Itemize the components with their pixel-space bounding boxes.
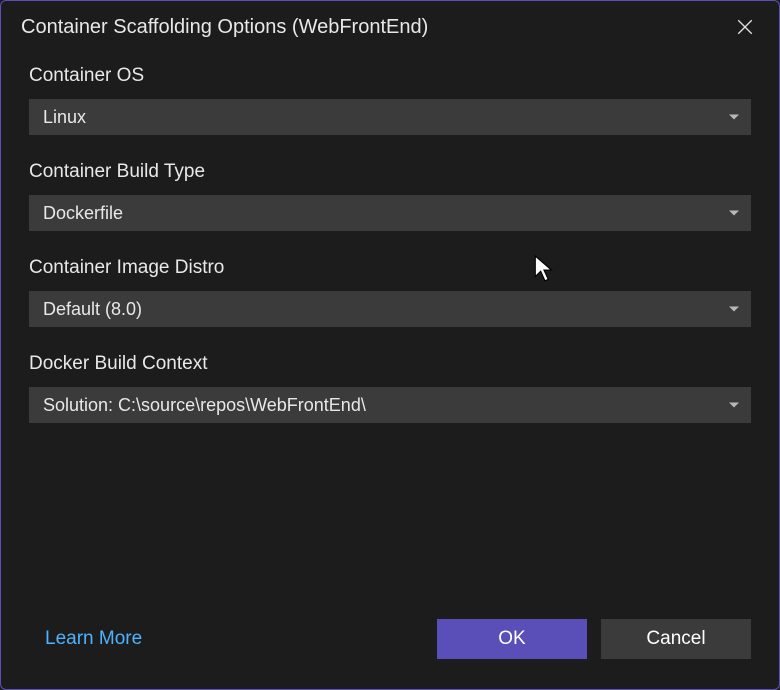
close-icon <box>736 18 754 36</box>
dialog-footer: Learn More OK Cancel <box>1 619 779 689</box>
dialog-title: Container Scaffolding Options (WebFrontE… <box>21 16 428 39</box>
dialog-content: Container OS Linux Container Build Type … <box>1 49 779 423</box>
button-group: OK Cancel <box>437 619 751 659</box>
chevron-down-icon <box>729 211 739 216</box>
close-button[interactable] <box>731 13 759 41</box>
learn-more-link[interactable]: Learn More <box>45 628 142 650</box>
field-build-context: Docker Build Context Solution: C:\source… <box>29 353 751 423</box>
chevron-down-icon <box>729 307 739 312</box>
image-distro-label: Container Image Distro <box>29 257 751 279</box>
build-type-dropdown[interactable]: Dockerfile <box>29 195 751 231</box>
cancel-button[interactable]: Cancel <box>601 619 751 659</box>
titlebar: Container Scaffolding Options (WebFrontE… <box>1 1 779 49</box>
container-os-label: Container OS <box>29 65 751 87</box>
container-os-value: Linux <box>43 107 86 128</box>
build-context-value: Solution: C:\source\repos\WebFrontEnd\ <box>43 395 366 416</box>
build-context-dropdown[interactable]: Solution: C:\source\repos\WebFrontEnd\ <box>29 387 751 423</box>
image-distro-dropdown[interactable]: Default (8.0) <box>29 291 751 327</box>
chevron-down-icon <box>729 115 739 120</box>
ok-button[interactable]: OK <box>437 619 587 659</box>
chevron-down-icon <box>729 403 739 408</box>
field-build-type: Container Build Type Dockerfile <box>29 161 751 231</box>
field-image-distro: Container Image Distro Default (8.0) <box>29 257 751 327</box>
container-os-dropdown[interactable]: Linux <box>29 99 751 135</box>
image-distro-value: Default (8.0) <box>43 299 142 320</box>
build-type-value: Dockerfile <box>43 203 123 224</box>
field-container-os: Container OS Linux <box>29 65 751 135</box>
build-context-label: Docker Build Context <box>29 353 751 375</box>
build-type-label: Container Build Type <box>29 161 751 183</box>
